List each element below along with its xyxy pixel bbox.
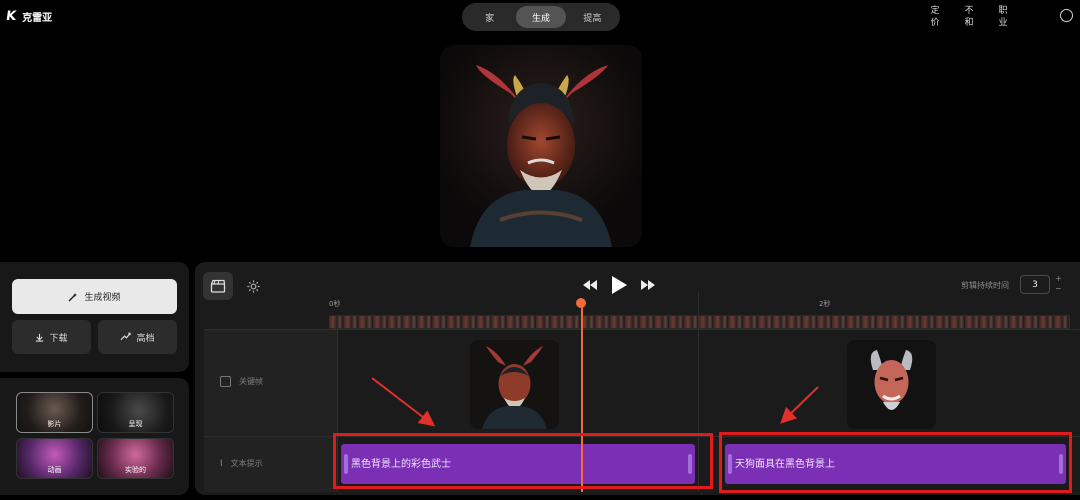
arrow-to-clip-2 [780, 386, 819, 424]
annotation-arrows [371, 377, 819, 427]
arrow-to-clip-1 [371, 377, 436, 427]
